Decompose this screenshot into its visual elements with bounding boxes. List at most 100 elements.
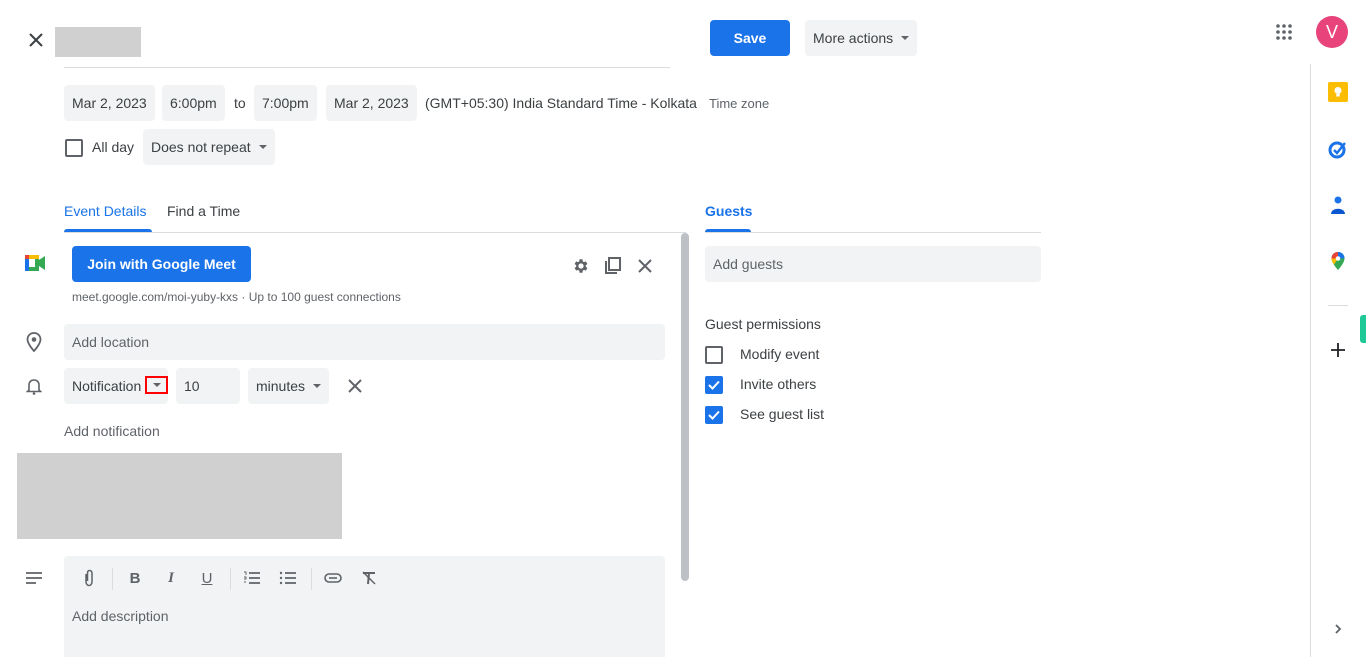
avatar[interactable]: V bbox=[1316, 16, 1348, 48]
guests-divider bbox=[705, 232, 1041, 233]
repeat-label: Does not repeat bbox=[151, 139, 251, 155]
end-time-button[interactable]: 7:00pm bbox=[254, 85, 317, 121]
side-panel-active-indicator bbox=[1360, 315, 1366, 343]
chevron-down-icon bbox=[313, 384, 322, 388]
meet-info: meet.google.com/moi-yuby-kxs · Up to 100… bbox=[72, 290, 401, 304]
start-time-button[interactable]: 6:00pm bbox=[162, 85, 225, 121]
notification-type-label: Notification bbox=[72, 378, 142, 394]
bold-button[interactable]: B bbox=[123, 566, 147, 590]
paperclip-icon bbox=[85, 569, 93, 587]
guest-permissions-label: Guest permissions bbox=[705, 316, 821, 332]
toolbar-separator bbox=[311, 568, 312, 590]
repeat-dropdown[interactable]: Does not repeat bbox=[143, 129, 275, 165]
end-date-label: Mar 2, 2023 bbox=[334, 95, 409, 111]
tasks-icon bbox=[1328, 141, 1346, 159]
copy-meet-link-button[interactable] bbox=[601, 254, 625, 278]
keep-app-button[interactable] bbox=[1326, 80, 1350, 104]
to-label: to bbox=[234, 95, 246, 111]
link-button[interactable] bbox=[321, 566, 345, 590]
invite-others-checkbox[interactable] bbox=[705, 376, 723, 394]
title-redacted bbox=[55, 27, 141, 57]
bulleted-list-icon bbox=[279, 571, 296, 585]
start-time-label: 6:00pm bbox=[170, 95, 217, 111]
scrollbar-thumb[interactable] bbox=[681, 233, 689, 581]
meet-settings-button[interactable] bbox=[569, 254, 593, 278]
tab-guests[interactable]: Guests bbox=[705, 203, 752, 219]
tasks-app-button[interactable] bbox=[1326, 137, 1350, 161]
chevron-down-icon bbox=[152, 383, 161, 387]
gear-icon bbox=[574, 259, 588, 273]
notification-unit-label: minutes bbox=[256, 378, 306, 394]
get-add-ons-button[interactable] bbox=[1326, 338, 1350, 362]
all-day-checkbox[interactable] bbox=[65, 139, 83, 157]
chevron-right-icon bbox=[1335, 624, 1342, 634]
modify-event-checkbox[interactable] bbox=[705, 346, 723, 364]
description-icon bbox=[22, 566, 46, 590]
italic-button[interactable]: I bbox=[159, 566, 183, 590]
all-day-label: All day bbox=[92, 139, 135, 155]
attachment-button[interactable] bbox=[77, 566, 101, 590]
location-input[interactable]: Add location bbox=[64, 324, 665, 360]
chevron-down-icon bbox=[258, 145, 267, 149]
maps-app-button[interactable] bbox=[1326, 249, 1350, 273]
link-icon bbox=[324, 573, 342, 583]
maps-icon bbox=[1331, 252, 1345, 270]
underline-button[interactable]: U bbox=[195, 566, 219, 590]
save-button[interactable]: Save bbox=[710, 20, 790, 56]
underline-icon: U bbox=[201, 569, 213, 587]
toolbar-separator bbox=[230, 568, 231, 590]
close-icon bbox=[29, 33, 43, 47]
add-guests-input[interactable]: Add guests bbox=[705, 246, 1041, 282]
bell-icon bbox=[22, 374, 46, 398]
apps-grid-icon bbox=[1276, 24, 1292, 40]
redacted-block bbox=[17, 453, 342, 539]
copy-icon bbox=[605, 257, 621, 274]
title-underline bbox=[64, 67, 670, 68]
italic-icon: I bbox=[168, 569, 174, 586]
see-guest-list-checkbox[interactable] bbox=[705, 406, 723, 424]
notification-amount-input[interactable]: 10 bbox=[176, 368, 240, 404]
contacts-icon bbox=[1331, 196, 1345, 214]
expand-side-panel-button[interactable] bbox=[1326, 617, 1350, 641]
contacts-app-button[interactable] bbox=[1326, 193, 1350, 217]
plus-icon bbox=[1331, 343, 1345, 357]
more-actions-button[interactable]: More actions bbox=[805, 20, 918, 56]
timezone-link[interactable]: Time zone bbox=[709, 96, 769, 111]
checkmark-icon bbox=[708, 380, 720, 390]
end-date-button[interactable]: Mar 2, 2023 bbox=[326, 85, 417, 121]
notification-unit-dropdown[interactable]: minutes bbox=[248, 368, 330, 404]
avatar-initial: V bbox=[1325, 21, 1338, 42]
add-guests-placeholder: Add guests bbox=[713, 256, 784, 272]
apps-grid-button[interactable] bbox=[1272, 20, 1296, 44]
remove-meet-button[interactable] bbox=[633, 254, 657, 278]
end-time-label: 7:00pm bbox=[262, 95, 309, 111]
join-google-meet-button[interactable]: Join with Google Meet bbox=[72, 246, 251, 282]
see-guest-list-label: See guest list bbox=[740, 406, 825, 422]
google-meet-icon bbox=[24, 254, 46, 272]
timezone-label[interactable]: (GMT+05:30) India Standard Time - Kolkat… bbox=[425, 95, 697, 111]
notification-amount: 10 bbox=[184, 378, 200, 394]
add-notification-button[interactable]: Add notification bbox=[64, 423, 160, 439]
clear-formatting-icon bbox=[362, 571, 376, 585]
tab-event-details[interactable]: Event Details bbox=[64, 203, 146, 219]
start-date-button[interactable]: Mar 2, 2023 bbox=[64, 85, 155, 121]
tab-find-a-time[interactable]: Find a Time bbox=[167, 203, 240, 219]
chevron-down-icon bbox=[901, 36, 910, 40]
invite-others-label: Invite others bbox=[740, 376, 817, 392]
numbered-list-button[interactable] bbox=[240, 566, 264, 590]
notification-type-chevron-highlighted[interactable] bbox=[145, 376, 168, 394]
start-date-label: Mar 2, 2023 bbox=[72, 95, 147, 111]
bulleted-list-button[interactable] bbox=[276, 566, 300, 590]
keep-icon bbox=[1328, 82, 1348, 102]
modify-event-label: Modify event bbox=[740, 346, 820, 362]
tabs-divider bbox=[64, 232, 686, 233]
numbered-list-icon bbox=[244, 571, 260, 584]
side-panel-divider bbox=[1328, 305, 1348, 306]
remove-notification-button[interactable] bbox=[343, 374, 367, 398]
remove-formatting-button[interactable] bbox=[357, 566, 381, 590]
toolbar-separator bbox=[112, 568, 113, 590]
bold-icon: B bbox=[129, 569, 141, 587]
more-actions-label: More actions bbox=[813, 30, 894, 46]
close-button[interactable] bbox=[24, 28, 48, 52]
close-icon bbox=[348, 379, 362, 393]
